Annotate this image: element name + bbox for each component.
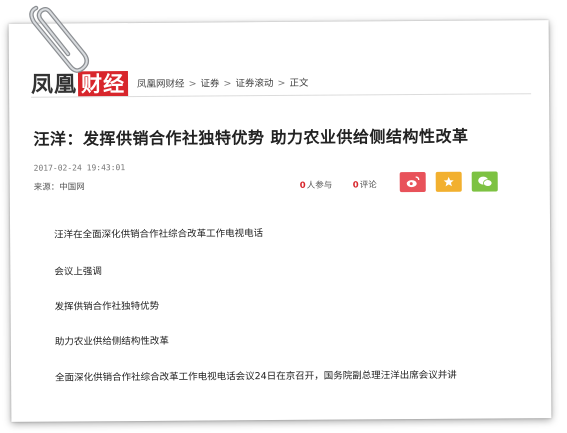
paragraph: 助力农业供给侧结构性改革	[54, 335, 169, 348]
comments-count: 0	[352, 180, 359, 191]
comments-label: 评论	[359, 180, 377, 191]
weibo-icon	[406, 176, 420, 188]
favorite-button[interactable]	[435, 171, 462, 192]
wechat-icon	[477, 176, 492, 187]
breadcrumb-current: 正文	[289, 77, 309, 89]
breadcrumb-home[interactable]: 凤凰网财经	[137, 79, 185, 90]
share-weibo-button[interactable]	[399, 171, 426, 193]
comments-link[interactable]: 0评论	[353, 178, 377, 190]
participants-count: 0	[299, 180, 306, 191]
paragraph: 全面深化供销合作社综合改革工作电视电话会议24日在京召开，国务院副总理汪洋出席会…	[55, 369, 457, 384]
chevron-right-icon: >	[188, 78, 197, 90]
article-source: 来源：中国网	[33, 182, 85, 193]
article-card: 凤凰 财经 凤凰网财经 > 证券 > 证券滚动 > 正文 汪洋：发挥供销合作社独特优势 助力农…	[8, 20, 552, 422]
paragraph: 发挥供销合作社独特优势	[54, 300, 160, 313]
breadcrumb-securities[interactable]: 证券	[200, 78, 219, 89]
article-title: 汪洋：发挥供销合作社独特优势 助力农业供给侧结构性改革	[33, 126, 469, 149]
participants-label: 人参与	[306, 180, 333, 191]
chevron-right-icon: >	[223, 78, 232, 90]
star-icon	[443, 176, 454, 187]
breadcrumb: 凤凰网财经 > 证券 > 证券滚动 > 正文	[137, 75, 309, 90]
breadcrumb-rolling[interactable]: 证券滚动	[235, 78, 273, 89]
share-wechat-button[interactable]	[471, 171, 498, 192]
paragraph: 汪洋在全面深化供销合作社综合改革工作电视电话	[54, 228, 264, 241]
paperclip-icon	[29, 5, 89, 73]
paragraph: 会议上强调	[54, 266, 102, 278]
chevron-right-icon: >	[277, 77, 286, 90]
participants-link[interactable]: 0人参与	[300, 179, 333, 191]
publish-time: 2017-02-24 19:43:01	[33, 163, 126, 173]
